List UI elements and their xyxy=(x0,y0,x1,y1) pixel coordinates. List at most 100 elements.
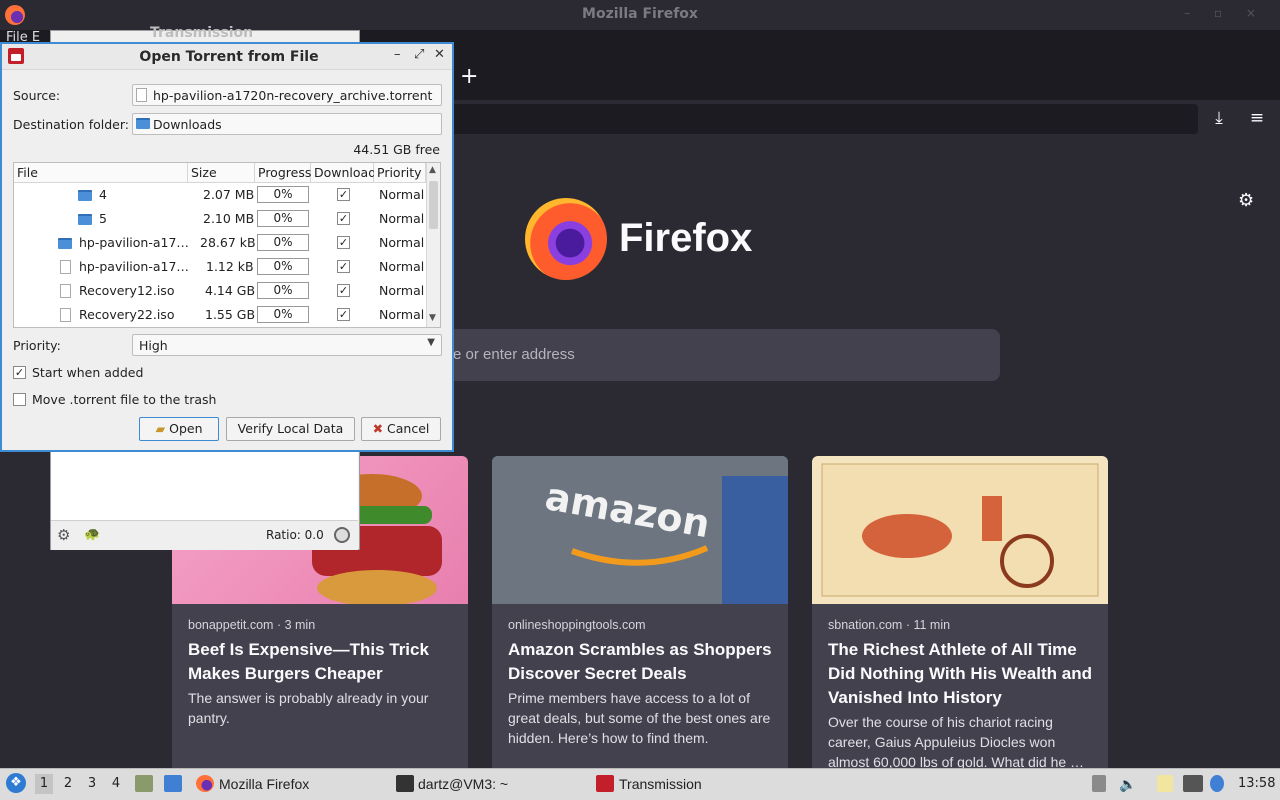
url-bar[interactable] xyxy=(450,104,1198,134)
tray-up-icon[interactable] xyxy=(1092,775,1106,792)
download-checkbox[interactable]: ✓ xyxy=(337,284,350,297)
workspace-3[interactable]: 3 xyxy=(83,776,101,791)
dialog-titlebar[interactable]: Open Torrent from File – ⤢ ✕ xyxy=(2,44,452,70)
table-row[interactable]: 5 2.10 MB 0% ✓ Normal xyxy=(14,207,426,231)
file-icon xyxy=(60,260,71,274)
workspace-1[interactable]: 1 xyxy=(35,774,53,794)
destination-folder-chooser[interactable]: Downloads xyxy=(132,113,442,135)
workspace-4[interactable]: 4 xyxy=(107,776,125,791)
priority-value: High xyxy=(139,338,168,353)
file-priority[interactable]: Normal xyxy=(379,235,424,250)
desktop-icon[interactable] xyxy=(164,775,182,792)
file-icon xyxy=(60,308,71,322)
file-priority[interactable]: Normal xyxy=(379,211,424,226)
table-row[interactable]: 4 2.07 MB 0% ✓ Normal xyxy=(14,183,426,207)
priority-select[interactable]: High ▼ xyxy=(132,334,442,356)
file-manager-icon[interactable] xyxy=(135,775,153,792)
story-card[interactable]: sbnation.com · 11 min The Richest Athlet… xyxy=(812,456,1108,776)
story-title[interactable]: Amazon Scrambles as Shoppers Discover Se… xyxy=(508,638,778,686)
firefox-window-title: Mozilla Firefox xyxy=(582,6,698,22)
workspace-2[interactable]: 2 xyxy=(59,776,77,791)
move-to-trash-checkbox[interactable] xyxy=(13,393,26,406)
story-card-image: amazon xyxy=(492,456,788,604)
start-when-added-checkbox[interactable]: ✓ xyxy=(13,366,26,379)
source-file-chooser[interactable]: hp-pavilion-a1720n-recovery_archive.torr… xyxy=(132,84,442,106)
file-list-table[interactable]: File Size Progress Download Priority 4 2… xyxy=(13,162,441,328)
story-title[interactable]: Beef Is Expensive—This Trick Makes Burge… xyxy=(188,638,458,686)
close-icon[interactable]: ✕ xyxy=(434,47,445,62)
folder-icon xyxy=(78,214,92,225)
open-torrent-dialog: Open Torrent from File – ⤢ ✕ Source: hp-… xyxy=(0,42,454,452)
file-priority[interactable]: Normal xyxy=(379,283,424,298)
scroll-down-icon[interactable]: ▼ xyxy=(429,313,436,323)
task-firefox[interactable]: Mozilla Firefox xyxy=(219,776,309,792)
progress-bar: 0% xyxy=(257,186,309,203)
task-transmission[interactable]: Transmission xyxy=(619,776,702,792)
file-priority[interactable]: Normal xyxy=(379,187,424,202)
download-checkbox[interactable]: ✓ xyxy=(337,212,350,225)
column-header-file[interactable]: File xyxy=(14,163,188,183)
file-name: hp-pavilion-a17… xyxy=(79,259,189,274)
table-row[interactable]: Recovery12.iso 4.14 GB 0% ✓ Normal xyxy=(14,279,426,303)
file-name: 4 xyxy=(99,187,107,202)
table-row[interactable]: hp-pavilion-a17… 1.12 kB 0% ✓ Normal xyxy=(14,255,426,279)
download-checkbox[interactable]: ✓ xyxy=(337,188,350,201)
progress-bar: 0% xyxy=(257,234,309,251)
clipboard-icon[interactable] xyxy=(1157,775,1173,792)
file-size: 2.10 MB xyxy=(203,211,255,226)
source-label: Source: xyxy=(13,88,61,103)
table-row[interactable]: hp-pavilion-a17… 28.67 kB 0% ✓ Normal xyxy=(14,231,426,255)
start-when-added-label[interactable]: Start when added xyxy=(32,365,143,380)
updates-icon[interactable] xyxy=(1210,775,1224,792)
minimize-icon[interactable]: – xyxy=(394,47,401,62)
volume-icon[interactable]: 🔈 xyxy=(1119,776,1136,793)
file-name: hp-pavilion-a17… xyxy=(79,235,189,250)
cancel-button[interactable]: ✖ Cancel xyxy=(361,417,441,441)
story-card[interactable]: amazon onlineshoppingtools.com Amazon Sc… xyxy=(492,456,788,776)
column-header-progress[interactable]: Progress xyxy=(255,163,311,183)
progress-bar: 0% xyxy=(257,306,309,323)
ratio-icon[interactable] xyxy=(334,527,350,543)
file-priority[interactable]: Normal xyxy=(379,307,424,322)
start-menu-icon[interactable]: ❖ xyxy=(6,773,26,793)
download-checkbox[interactable]: ✓ xyxy=(337,260,350,273)
dialog-title: Open Torrent from File xyxy=(139,49,319,65)
chariot-illustration xyxy=(821,463,1099,597)
story-description: Over the course of his chariot racing ca… xyxy=(828,714,1085,770)
scroll-up-icon[interactable]: ▲ xyxy=(429,165,436,175)
table-row[interactable]: Recovery22.iso 1.55 GB 0% ✓ Normal xyxy=(14,303,426,327)
column-header-priority[interactable]: Priority xyxy=(374,163,426,183)
transmission-window-title: Transmission xyxy=(150,25,254,41)
file-name: Recovery22.iso xyxy=(79,307,175,322)
story-title[interactable]: The Richest Athlete of All Time Did Noth… xyxy=(828,638,1098,710)
open-button-label: Open xyxy=(169,421,203,436)
network-icon[interactable] xyxy=(1183,775,1203,792)
open-button[interactable]: ▰ Open xyxy=(139,417,219,441)
cancel-button-label: Cancel xyxy=(387,421,430,436)
hamburger-menu-icon[interactable]: ≡ xyxy=(1246,108,1268,130)
gear-icon[interactable]: ⚙ xyxy=(57,526,70,544)
turtle-icon[interactable]: 🐢 xyxy=(84,527,100,542)
gear-icon[interactable]: ⚙ xyxy=(1238,190,1254,211)
clock[interactable]: 13:58 xyxy=(1238,776,1275,791)
move-to-trash-label[interactable]: Move .torrent file to the trash xyxy=(32,392,216,407)
scrollbar-thumb[interactable] xyxy=(429,181,438,229)
destination-label: Destination folder: xyxy=(13,117,129,132)
amazon-building-photo: amazon xyxy=(492,456,788,604)
vertical-scrollbar[interactable]: ▲ ▼ xyxy=(426,163,440,327)
firefox-logo-large-icon xyxy=(525,198,607,280)
torrent-list[interactable] xyxy=(51,452,358,520)
task-terminal[interactable]: dartz@VM3: ~ xyxy=(418,776,508,792)
verify-local-data-button[interactable]: Verify Local Data xyxy=(226,417,355,441)
file-size: 4.14 GB xyxy=(205,283,256,298)
download-checkbox[interactable]: ✓ xyxy=(337,236,350,249)
new-tab-button[interactable]: + xyxy=(460,64,478,89)
download-icon[interactable]: ⤓ xyxy=(1208,108,1230,130)
file-icon xyxy=(60,284,71,298)
download-checkbox[interactable]: ✓ xyxy=(337,308,350,321)
column-header-download[interactable]: Download xyxy=(311,163,376,183)
maximize-icon[interactable]: ⤢ xyxy=(414,47,424,62)
file-priority[interactable]: Normal xyxy=(379,259,424,274)
firefox-window-controls[interactable]: – ▫ × xyxy=(1184,6,1266,20)
column-header-size[interactable]: Size xyxy=(188,163,255,183)
